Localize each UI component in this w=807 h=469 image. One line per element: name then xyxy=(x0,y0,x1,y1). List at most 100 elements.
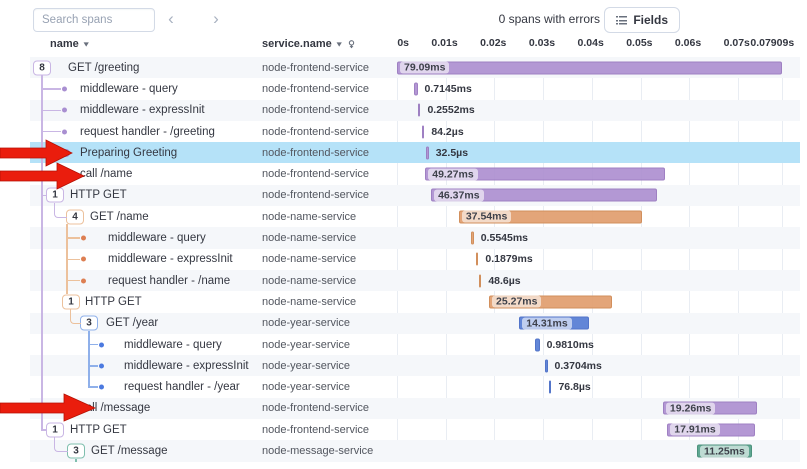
span-row[interactable]: 8GET /greetingnode-frontend-service79.09… xyxy=(30,57,800,78)
axis-tick-label: 0.07909s xyxy=(730,37,794,49)
span-row[interactable]: 4GET /namenode-name-service37.54ms xyxy=(30,206,800,227)
span-count-badge: 3 xyxy=(67,444,85,459)
span-dot-icon xyxy=(99,363,104,368)
column-header-name[interactable]: name ▼ xyxy=(50,38,91,50)
span-row[interactable]: 1HTTP GETnode-frontend-service17.91ms xyxy=(30,419,800,440)
span-row[interactable]: call /messagenode-frontend-service19.26m… xyxy=(30,398,800,419)
span-service-name: node-frontend-service xyxy=(262,104,369,116)
span-service-name: node-frontend-service xyxy=(262,189,369,201)
span-row[interactable]: middleware - querynode-name-service0.554… xyxy=(30,227,800,248)
tree-connector-elbow xyxy=(54,203,67,218)
span-duration-bar[interactable] xyxy=(476,253,479,266)
span-duration-label: 11.25ms xyxy=(700,445,749,457)
span-row[interactable]: request handler - /namenode-name-service… xyxy=(30,270,800,291)
span-service-name: node-name-service xyxy=(262,211,356,223)
span-row[interactable]: middleware - querynode-frontend-service0… xyxy=(30,78,800,99)
span-service-name: node-frontend-service xyxy=(262,62,369,74)
span-row[interactable]: 1HTTP GETnode-frontend-service46.37ms xyxy=(30,185,800,206)
tree-connector-stub xyxy=(66,237,80,239)
next-span-button[interactable]: › xyxy=(203,6,229,32)
tree-connector-stub xyxy=(66,280,80,282)
fields-button[interactable]: Fields xyxy=(604,7,680,33)
row-actions-button[interactable]: ••• xyxy=(27,148,39,158)
tree-connector-elbow xyxy=(70,309,81,324)
span-duration-bar[interactable] xyxy=(471,232,474,245)
span-row[interactable]: middleware - expressInitnode-year-servic… xyxy=(30,355,800,376)
span-duration-bar[interactable]: 11.25ms xyxy=(697,445,752,458)
span-row[interactable]: middleware - expressInitnode-frontend-se… xyxy=(30,100,800,121)
span-dot-icon xyxy=(99,385,104,390)
span-duration-label: 48.6µs xyxy=(488,275,520,287)
span-name: HTTP GET xyxy=(70,424,127,436)
tree-connector-stub xyxy=(41,195,46,197)
span-duration-label: 0.7145ms xyxy=(425,83,472,95)
prev-span-button[interactable]: ‹ xyxy=(158,6,184,32)
tree-connector-stub xyxy=(41,110,61,112)
span-row[interactable]: •••Preparing Greetingnode-frontend-servi… xyxy=(30,142,800,163)
span-duration-label: 46.37ms xyxy=(434,189,483,201)
span-count-badge: 4 xyxy=(66,209,84,224)
span-duration-label: 76.8µs xyxy=(558,381,590,393)
span-duration-bar[interactable]: 17.91ms xyxy=(667,423,754,436)
span-duration-bar[interactable]: 37.54ms xyxy=(459,210,642,223)
name-column-label: name xyxy=(50,38,79,50)
span-duration-bar[interactable]: 49.27ms xyxy=(425,168,665,181)
span-name: Preparing Greeting xyxy=(80,147,177,159)
span-name: request handler - /greeting xyxy=(80,126,215,138)
span-row[interactable]: 3GET /messagenode-message-service11.25ms xyxy=(30,440,800,461)
span-row[interactable]: 1HTTP GETnode-name-service25.27ms xyxy=(30,291,800,312)
span-name: HTTP GET xyxy=(85,296,142,308)
chevron-down-icon: ▼ xyxy=(82,40,91,48)
span-name: call /message xyxy=(80,402,150,414)
span-row[interactable]: request handler - /greeting node-frontend… xyxy=(30,121,800,142)
column-header-service-name[interactable]: service.name ▼ xyxy=(262,38,356,50)
tree-connector-line xyxy=(75,459,77,462)
span-duration-bar[interactable]: 79.09ms xyxy=(397,61,782,74)
span-row[interactable]: middleware - expressInitnode-name-servic… xyxy=(30,249,800,270)
span-duration-label: 0.3704ms xyxy=(555,360,602,372)
span-duration-label: 25.27ms xyxy=(492,296,541,308)
span-duration-bar[interactable] xyxy=(545,359,548,372)
span-duration-bar[interactable] xyxy=(426,146,429,159)
span-service-name: node-name-service xyxy=(262,296,356,308)
span-row[interactable]: call /namenode-frontend-service49.27ms xyxy=(30,164,800,185)
toolbar: ‹ › 0 spans with errors Fields xyxy=(0,0,807,34)
span-dot-icon xyxy=(81,257,86,262)
span-row[interactable]: 3GET /yearnode-year-service14.31ms xyxy=(30,313,800,334)
span-duration-label: 84.2µs xyxy=(431,126,463,138)
span-waterfall: 8GET /greetingnode-frontend-service79.09… xyxy=(0,57,807,462)
span-service-name: node-year-service xyxy=(262,360,350,372)
span-duration-bar[interactable]: 19.26ms xyxy=(663,402,757,415)
span-duration-label: 37.54ms xyxy=(462,211,511,223)
span-count-badge: 3 xyxy=(80,316,98,331)
span-name: middleware - query xyxy=(124,339,222,351)
tree-connector-stub xyxy=(41,173,61,175)
search-spans-input[interactable] xyxy=(33,8,155,32)
span-duration-label: 19.26ms xyxy=(666,402,715,414)
span-duration-bar[interactable]: 46.37ms xyxy=(431,189,657,202)
span-duration-bar[interactable] xyxy=(418,104,421,117)
span-duration-label: 0.1879ms xyxy=(485,253,532,265)
span-count-badge: 8 xyxy=(33,60,51,75)
span-dot-icon xyxy=(81,278,86,283)
span-duration-bar[interactable] xyxy=(422,125,425,138)
span-duration-bar[interactable]: 25.27ms xyxy=(489,295,612,308)
tree-connector-stub xyxy=(41,152,60,154)
span-duration-bar[interactable]: 14.31ms xyxy=(519,317,589,330)
span-duration-bar[interactable] xyxy=(535,338,540,351)
span-name: GET /year xyxy=(106,317,158,329)
span-name: middleware - query xyxy=(80,83,178,95)
span-duration-label: 14.31ms xyxy=(522,317,571,329)
span-row[interactable]: request handler - /yearnode-year-service… xyxy=(30,377,800,398)
tree-connector-stub xyxy=(41,88,61,90)
span-dot-icon xyxy=(62,108,67,113)
span-name: request handler - /name xyxy=(108,275,230,287)
span-duration-bar[interactable] xyxy=(414,82,417,95)
span-duration-bar[interactable] xyxy=(549,381,552,394)
span-duration-bar[interactable] xyxy=(479,274,482,287)
span-name: middleware - expressInit xyxy=(108,253,233,265)
tree-connector-stub xyxy=(41,408,61,410)
span-row[interactable]: middleware - querynode-year-service0.981… xyxy=(30,334,800,355)
span-count-badge: 1 xyxy=(46,422,64,437)
span-service-name: node-frontend-service xyxy=(262,126,369,138)
